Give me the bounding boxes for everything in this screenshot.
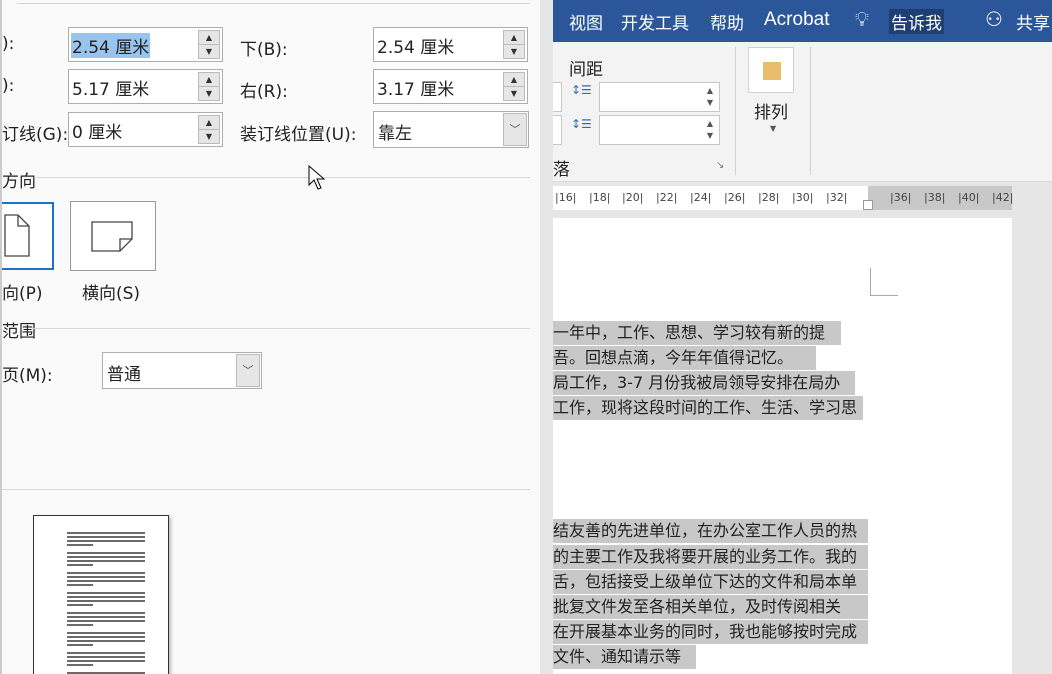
portrait-page-icon — [4, 214, 44, 264]
document-page[interactable]: 一年中，工作、思想、学习较有新的提吾。回想点滴，今年年值得记忆。局工作，3-7 … — [553, 218, 1012, 674]
portrait-label: 向(P) — [2, 279, 43, 304]
dialog-launcher-icon[interactable]: ↘ — [716, 160, 724, 171]
divider — [34, 177, 530, 178]
bottom-margin-input[interactable]: 2.54 厘米▲▼ — [373, 27, 528, 62]
portrait-button[interactable] — [0, 202, 54, 270]
spacing-after-icon: ↕☰ — [571, 118, 592, 130]
arrange-button[interactable] — [748, 47, 794, 93]
ruler-tick: |28| — [758, 191, 779, 204]
document-text-line: 的主要工作及我将要开展的业务工作。我的 — [553, 545, 868, 569]
indent-spinner[interactable] — [553, 82, 562, 112]
gutter-input[interactable]: 0 厘米▲▼ — [68, 112, 223, 147]
document-text-line: 在开展基本业务的同时，我也能够按时完成 — [553, 620, 868, 644]
ruler-tick: |16| — [555, 191, 576, 204]
preview-text-lines — [65, 530, 165, 674]
document-text-line: 结友善的先进单位，在办公室工作人员的热 — [553, 519, 868, 543]
arrange-icon — [763, 62, 781, 80]
top-margin-label: ): — [2, 34, 14, 54]
tab-acrobat[interactable]: Acrobat — [764, 9, 829, 31]
right-margin-label: 右(R): — [240, 77, 288, 102]
ruler-tick: |26| — [724, 191, 745, 204]
bottom-margin-label: 下(B): — [240, 35, 288, 60]
right-margin-input[interactable]: 3.17 厘米▲▼ — [373, 69, 528, 104]
page-setup-dialog: ): 2.54 厘米▲▼ 下(B): 2.54 厘米▲▼ ): 5.17 厘米▲… — [0, 0, 540, 674]
ruler-tick: |18| — [589, 191, 610, 204]
divider — [735, 47, 736, 175]
ruler-tick: |32| — [826, 191, 847, 204]
indent-spinner[interactable] — [553, 115, 562, 145]
spacing-label: 间距 — [569, 55, 603, 80]
tab-developer[interactable]: 开发工具 — [621, 9, 689, 34]
paragraph-group-label: 落 — [553, 155, 570, 180]
spacing-before-icon: ↕☰ — [571, 84, 592, 96]
top-margin-input[interactable]: 2.54 厘米▲▼ — [68, 27, 223, 62]
ruler-tick: |42| — [992, 191, 1013, 204]
document-text-line: 文件、通知请示等 — [553, 645, 696, 669]
arrange-label: 排列 — [754, 98, 788, 123]
ruler-tick: |22| — [656, 191, 677, 204]
spinner[interactable]: ▲▼ — [198, 30, 220, 59]
preview-page — [33, 515, 169, 674]
tab-help[interactable]: 帮助 — [710, 9, 744, 34]
tab-view[interactable]: 视图 — [569, 9, 603, 34]
ruler-tick: |24| — [690, 191, 711, 204]
spacing-before-input[interactable]: ▲▼ — [599, 82, 720, 112]
left-margin-label: ): — [2, 76, 14, 96]
divider — [810, 47, 811, 175]
word-window: 视图 开发工具 帮助 Acrobat 💡︎ 告诉我 ⚇ 共享 间距 ↕☰ ↕☰ … — [553, 0, 1052, 674]
document-text-line: 工作，现将这段时间的工作、生活、学习思 — [553, 396, 863, 420]
spinner[interactable]: ▲▼ — [503, 72, 525, 101]
document-text-line: 局工作，3-7 月份我被局领导安排在局办 — [553, 371, 855, 395]
gutter-position-select[interactable]: 靠左﹀ — [373, 111, 529, 148]
window-gap — [540, 0, 553, 674]
share-button[interactable]: 共享 — [1016, 9, 1050, 34]
ruler-tick: |40| — [958, 191, 979, 204]
ruler-tick: |36| — [890, 191, 911, 204]
horizontal-ruler[interactable]: |16| |18| |20| |22| |24| |26| |28| |30| |32| |36|… — [553, 186, 1052, 210]
landscape-button[interactable] — [70, 201, 156, 271]
ribbon: 间距 ↕☰ ↕☰ ▲▼ ▲▼ 落 ↘ 排列 ▼ — [553, 42, 1052, 182]
multiple-pages-label: 页(M): — [2, 361, 53, 386]
spinner[interactable]: ▲▼ — [503, 30, 525, 59]
document-text-line: 吾。回想点滴，今年年值得记忆。 — [553, 346, 816, 370]
tell-me-input[interactable]: 告诉我 — [889, 9, 944, 34]
indent-marker[interactable] — [863, 200, 873, 210]
spacing-after-input[interactable]: ▲▼ — [599, 115, 720, 145]
lightbulb-icon: 💡︎ — [855, 7, 869, 31]
spinner[interactable]: ▲▼ — [198, 115, 220, 144]
ruler-tick: |30| — [792, 191, 813, 204]
gutter-label: 订线(G): — [2, 120, 68, 145]
document-text-line: 一年中，工作、思想、学习较有新的提 — [553, 321, 841, 345]
caret-down-icon: ▼ — [770, 124, 776, 133]
chevron-down-icon: ﹀ — [503, 113, 527, 146]
margin-corner-mark — [870, 268, 898, 296]
mouse-cursor-icon — [308, 165, 328, 193]
ribbon-tabs: 视图 开发工具 帮助 Acrobat 💡︎ 告诉我 ⚇ 共享 — [553, 0, 1052, 42]
divider — [2, 489, 530, 490]
landscape-page-icon — [91, 221, 141, 261]
ruler-tick: |20| — [622, 191, 643, 204]
landscape-label: 横向(S) — [82, 279, 140, 304]
divider — [17, 3, 530, 4]
ruler-tick: |38| — [924, 191, 945, 204]
document-text-line: 批复文件发至各相关单位，及时传阅相关 — [553, 595, 868, 619]
gutter-position-label: 装订线位置(U): — [240, 120, 356, 145]
divider — [32, 328, 530, 329]
multiple-pages-select[interactable]: 普通﹀ — [102, 352, 262, 389]
left-margin-input[interactable]: 5.17 厘米▲▼ — [68, 69, 223, 104]
share-person-icon: ⚇ — [985, 7, 1003, 31]
orientation-section-label: 方向 — [2, 167, 36, 192]
document-text-line: 舌，包括接受上级单位下达的文件和局本单 — [553, 570, 868, 594]
spinner[interactable]: ▲▼ — [198, 72, 220, 101]
chevron-down-icon: ﹀ — [236, 354, 260, 387]
pages-section-label: 范围 — [2, 317, 36, 342]
